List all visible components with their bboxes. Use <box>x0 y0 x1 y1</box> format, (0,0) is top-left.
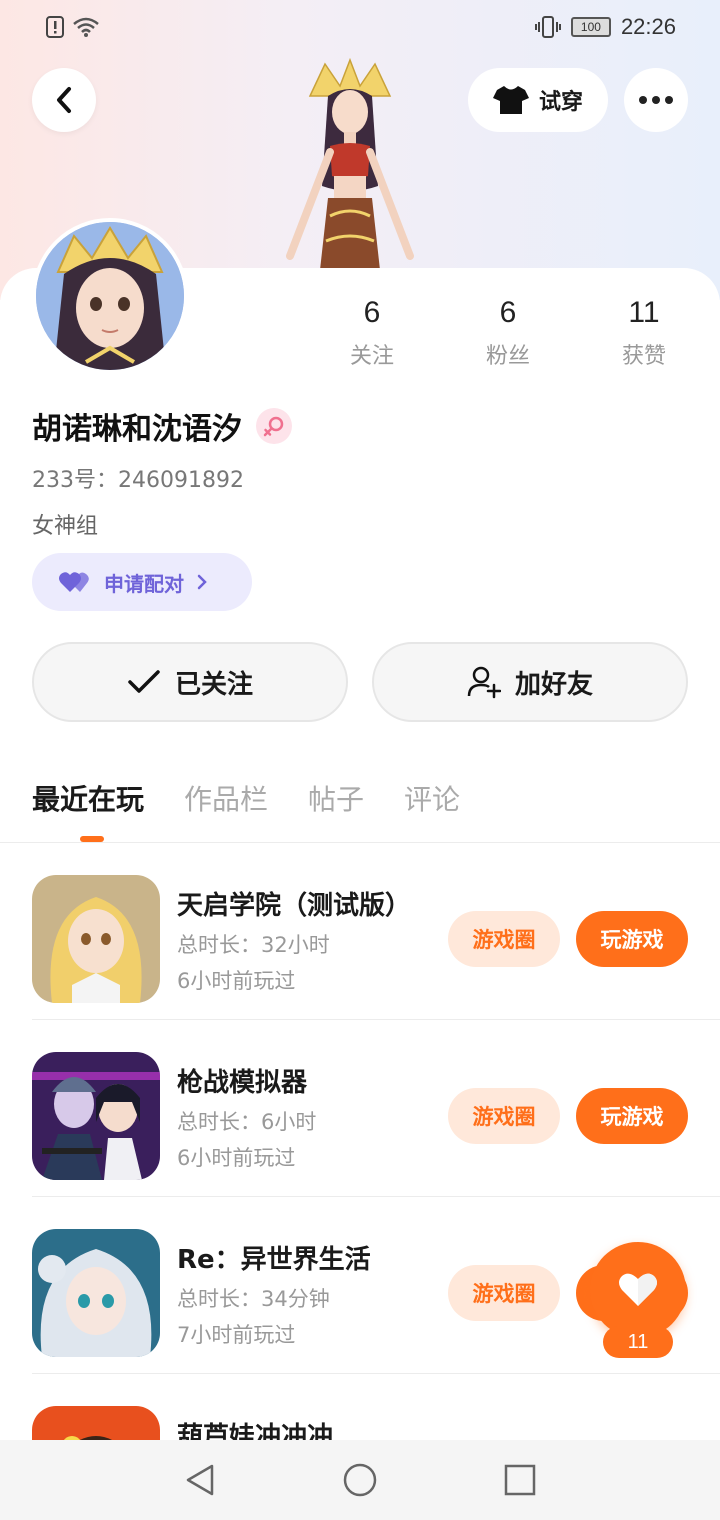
check-icon <box>128 670 160 693</box>
game-title: 葫芦娃冲冲冲 <box>177 1422 334 1440</box>
game-last-played: 6小时前玩过 <box>177 1146 296 1170</box>
list-item[interactable]: 天启学院（测试版） 总时长：32小时 6小时前玩过 游戏圈 玩游戏 <box>32 843 720 1020</box>
game-last-played: 7小时前玩过 <box>177 1323 296 1347</box>
list-item[interactable]: 葫芦娃冲冲冲 <box>32 1374 720 1440</box>
stat-fans[interactable]: 6 粉丝 <box>448 296 568 370</box>
stat-fans-value: 6 <box>499 296 517 329</box>
game-icon[interactable] <box>32 875 160 1003</box>
back-button[interactable] <box>32 68 96 132</box>
system-nav-bar <box>0 1440 720 1520</box>
game-title: Re：异世界生活 <box>177 1245 371 1275</box>
female-icon <box>263 416 284 437</box>
play-game-button[interactable]: 玩游戏 <box>576 911 688 967</box>
game-icon[interactable] <box>32 1406 160 1440</box>
status-bar: 100 22:26 <box>0 0 720 56</box>
game-cover-image <box>32 875 160 1003</box>
game-duration: 总时长：32小时 <box>177 933 330 957</box>
tab-comments[interactable]: 评论 <box>404 778 460 818</box>
stat-likes[interactable]: 11 获赞 <box>584 296 704 370</box>
followed-label: 已关注 <box>174 669 253 700</box>
request-pair-label: 申请配对 <box>104 571 184 596</box>
content-tabs: 最近在玩 作品栏 帖子 评论 <box>32 778 460 818</box>
game-title: 枪战模拟器 <box>177 1068 308 1098</box>
tab-posts[interactable]: 帖子 <box>308 778 364 818</box>
stat-likes-value: 11 <box>628 296 660 329</box>
username: 胡诺琳和沈语汐 <box>32 412 242 447</box>
try-on-button[interactable]: 试穿 <box>468 68 608 132</box>
alert-icon <box>46 16 64 38</box>
nav-back-icon[interactable] <box>182 1462 218 1498</box>
game-circle-button[interactable]: 游戏圈 <box>448 1088 560 1144</box>
add-friend-button[interactable]: 加好友 <box>372 642 688 722</box>
game-cover-image <box>32 1406 160 1440</box>
like-button[interactable] <box>590 1242 686 1338</box>
game-icon[interactable] <box>32 1052 160 1180</box>
tab-recently-played[interactable]: 最近在玩 <box>32 778 144 818</box>
dot-icon <box>639 96 647 104</box>
dot-icon <box>652 96 660 104</box>
shirt-icon <box>492 86 529 114</box>
more-options-button[interactable] <box>624 68 688 132</box>
wifi-icon <box>73 17 99 37</box>
game-duration: 总时长：34分钟 <box>177 1287 330 1311</box>
heart-icon <box>619 1273 657 1306</box>
stat-following[interactable]: 6 关注 <box>312 296 432 370</box>
nav-recents-icon[interactable] <box>502 1462 538 1498</box>
play-game-button[interactable]: 玩游戏 <box>576 1088 688 1144</box>
try-on-label: 试穿 <box>538 90 583 115</box>
game-icon[interactable] <box>32 1229 160 1357</box>
tab-works[interactable]: 作品栏 <box>184 778 268 818</box>
nav-home-icon[interactable] <box>342 1462 378 1498</box>
stat-likes-label: 获赞 <box>621 344 666 369</box>
status-time: 22:26 <box>620 14 676 39</box>
stat-following-label: 关注 <box>349 344 394 369</box>
add-user-icon <box>467 666 501 699</box>
like-count: 11 <box>603 1326 673 1358</box>
double-heart-icon <box>59 572 89 592</box>
username-row: 胡诺琳和沈语汐 <box>32 404 292 448</box>
dot-icon <box>665 96 673 104</box>
vibrate-icon <box>534 16 561 38</box>
list-item[interactable]: 枪战模拟器 总时长：6小时 6小时前玩过 游戏圈 玩游戏 <box>32 1020 720 1197</box>
game-circle-button[interactable]: 游戏圈 <box>448 911 560 967</box>
battery-indicator: 100 <box>570 17 611 37</box>
stat-fans-label: 粉丝 <box>485 344 530 369</box>
game-title: 天启学院（测试版） <box>177 891 412 921</box>
gender-badge <box>256 408 292 444</box>
user-avatar[interactable] <box>32 218 188 374</box>
request-pair-button[interactable]: 申请配对 <box>32 553 252 611</box>
game-duration: 总时长：6小时 <box>177 1110 317 1134</box>
followed-button[interactable]: 已关注 <box>32 642 348 722</box>
chevron-right-icon <box>197 574 207 590</box>
game-last-played: 6小时前玩过 <box>177 969 296 993</box>
avatar-image <box>36 222 184 370</box>
stat-following-value: 6 <box>363 296 381 329</box>
chevron-left-icon <box>57 87 71 113</box>
user-id: 233号：246091892 <box>32 468 244 493</box>
game-circle-button[interactable]: 游戏圈 <box>448 1265 560 1321</box>
game-cover-image <box>32 1052 160 1180</box>
user-group: 女神组 <box>32 514 99 539</box>
character-model-image <box>286 57 414 270</box>
add-friend-label: 加好友 <box>514 669 593 700</box>
game-cover-image <box>32 1229 160 1357</box>
